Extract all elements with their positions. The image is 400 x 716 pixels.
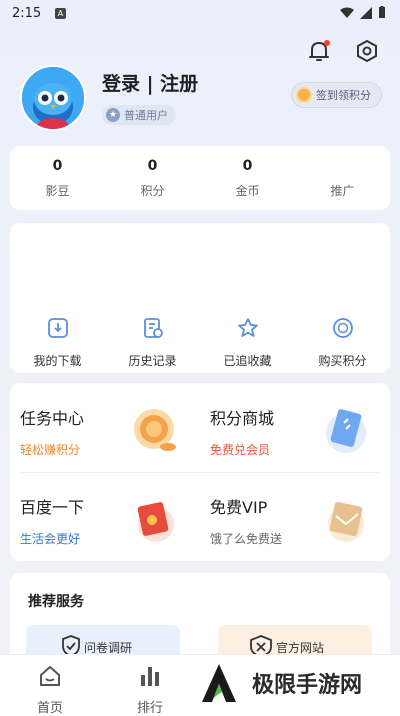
red-packet-icon bbox=[137, 502, 174, 542]
grid-task-center[interactable]: 任务中心 轻松赚积分 bbox=[10, 383, 200, 472]
user-level-label: 普通用户 bbox=[124, 109, 168, 122]
signin-points-button[interactable]: 签到领积分 bbox=[291, 82, 382, 108]
card-icon bbox=[326, 409, 366, 453]
star-icon bbox=[237, 318, 258, 337]
stat-value: 0 bbox=[52, 158, 63, 174]
tab-home[interactable]: 首页 bbox=[0, 655, 100, 716]
tab-label: 首页 bbox=[36, 701, 63, 716]
coin-icon bbox=[296, 87, 312, 103]
tab-ranking[interactable]: 排行 bbox=[100, 655, 200, 716]
login-register-link[interactable]: 登录 | 注册 bbox=[102, 69, 198, 96]
notification-indicator-icon: A bbox=[55, 8, 66, 19]
stat-value: 0 bbox=[242, 158, 253, 174]
tools-card: 我的下载 历史记录 已追收藏 购买积分 bbox=[10, 223, 390, 373]
tool-buy-points[interactable]: 购买积分 bbox=[295, 316, 390, 369]
stat-label: 影豆 bbox=[45, 184, 70, 198]
gift-box-icon bbox=[328, 501, 364, 542]
stat-label: 积分 bbox=[140, 184, 165, 198]
battery-icon bbox=[379, 6, 385, 18]
ranking-icon bbox=[141, 667, 159, 686]
tools-row: 我的下载 历史记录 已追收藏 购买积分 bbox=[10, 316, 390, 369]
avatar[interactable] bbox=[20, 65, 86, 131]
cell-title: 百度一下 bbox=[20, 498, 85, 517]
home-icon bbox=[40, 666, 60, 686]
cell-title: 免费VIP bbox=[210, 498, 268, 517]
coin-stack-icon bbox=[134, 409, 176, 451]
tool-label: 已追收藏 bbox=[223, 354, 272, 368]
cell-subtitle: 饿了么免费送 bbox=[210, 532, 283, 546]
notification-dot bbox=[324, 40, 330, 46]
site-watermark: 极限手游网 bbox=[192, 656, 392, 710]
cell-title: 积分商城 bbox=[210, 409, 275, 428]
user-level-badge: ★ 普通用户 bbox=[102, 105, 176, 125]
tool-label: 历史记录 bbox=[128, 354, 177, 368]
grid-free-vip[interactable]: 免费VIP 饿了么免费送 bbox=[200, 472, 390, 561]
stat-promote[interactable]: 推广 bbox=[295, 146, 390, 210]
watermark-text: 极限手游网 bbox=[252, 673, 363, 698]
status-icons bbox=[340, 6, 386, 19]
tool-history[interactable]: 历史记录 bbox=[105, 316, 200, 369]
cell-title: 任务中心 bbox=[20, 409, 85, 428]
cell-subtitle: 轻松赚积分 bbox=[20, 443, 81, 457]
tool-label: 购买积分 bbox=[318, 354, 367, 368]
stat-label: 金币 bbox=[235, 184, 260, 198]
grid-points-mall[interactable]: 积分商城 免费兑会员 bbox=[200, 383, 390, 472]
stats-card: 0 影豆 0 积分 0 金币 推广 bbox=[10, 146, 390, 210]
coin-icon bbox=[332, 318, 353, 338]
wifi-icon bbox=[340, 7, 354, 18]
signal-icon bbox=[360, 6, 372, 19]
stat-label: 推广 bbox=[330, 184, 355, 198]
tab-label: 排行 bbox=[136, 701, 163, 716]
status-bar: 2:15 A bbox=[0, 0, 400, 30]
grid-baidu[interactable]: 百度一下 生活会更好 bbox=[10, 472, 200, 561]
stat-value: 0 bbox=[147, 158, 158, 174]
level-star-icon: ★ bbox=[106, 108, 120, 122]
header-actions bbox=[306, 38, 380, 64]
stat-points[interactable]: 0 积分 bbox=[105, 146, 200, 210]
watermark-logo-icon bbox=[196, 660, 242, 706]
profile-section: 登录 | 注册 ★ 普通用户 签到领积分 bbox=[20, 65, 382, 137]
stat-beans[interactable]: 0 影豆 bbox=[10, 146, 105, 210]
cell-subtitle: 免费兑会员 bbox=[210, 443, 271, 457]
stat-value bbox=[295, 158, 390, 178]
tool-label: 我的下载 bbox=[33, 354, 82, 368]
tool-downloads[interactable]: 我的下载 bbox=[10, 316, 105, 369]
signin-label: 签到领积分 bbox=[316, 89, 371, 102]
stat-coins[interactable]: 0 金币 bbox=[200, 146, 295, 210]
recommend-title: 推荐服务 bbox=[28, 594, 84, 610]
notification-bell-icon[interactable] bbox=[306, 38, 332, 64]
download-icon bbox=[47, 318, 68, 338]
history-icon bbox=[143, 318, 163, 338]
tool-favorites[interactable]: 已追收藏 bbox=[200, 316, 295, 369]
settings-gear-icon[interactable] bbox=[354, 38, 380, 64]
status-time: 2:15 bbox=[12, 6, 42, 21]
features-grid: 任务中心 轻松赚积分 积分商城 免费兑会员 百度一下 生活会更好 免费VIP 饿… bbox=[10, 383, 390, 561]
cell-subtitle: 生活会更好 bbox=[20, 532, 81, 546]
